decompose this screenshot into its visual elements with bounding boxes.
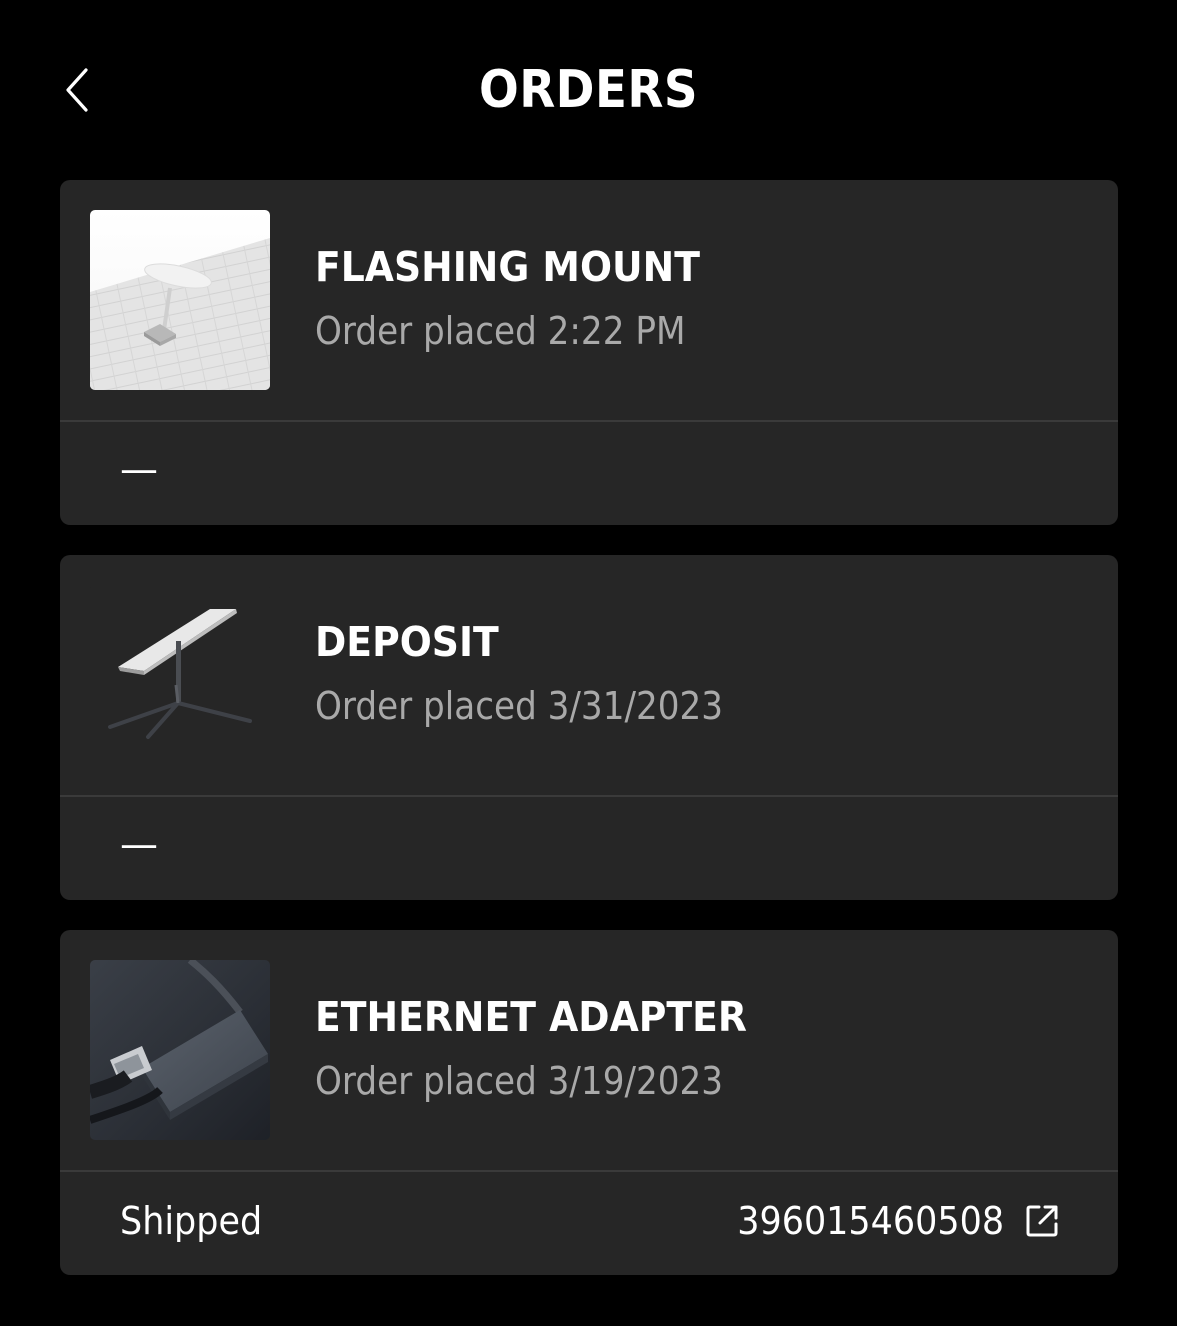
order-card[interactable]: DEPOSIT Order placed 3/31/2023 — bbox=[60, 555, 1118, 900]
order-status-row: Shipped 396015460508 bbox=[60, 1172, 1118, 1275]
order-title: DEPOSIT bbox=[315, 618, 499, 666]
order-card[interactable]: FLASHING MOUNT Order placed 2:22 PM — bbox=[60, 180, 1118, 525]
order-date: Order placed 3/31/2023 bbox=[315, 684, 724, 728]
page-title: ORDERS bbox=[478, 60, 699, 120]
header: ORDERS bbox=[0, 0, 1177, 180]
order-date: Order placed 2:22 PM bbox=[315, 309, 686, 353]
tracking-link[interactable]: 396015460508 bbox=[714, 1196, 1060, 1246]
order-summary: FLASHING MOUNT Order placed 2:22 PM bbox=[60, 180, 1118, 420]
tracking-number: 396015460508 bbox=[737, 1199, 1004, 1243]
order-date: Order placed 3/19/2023 bbox=[315, 1059, 724, 1103]
order-card[interactable]: ETHERNET ADAPTER Order placed 3/19/2023 … bbox=[60, 930, 1118, 1275]
order-status-row: — bbox=[60, 422, 1118, 525]
ethernet-adapter-image bbox=[90, 960, 270, 1140]
order-title: FLASHING MOUNT bbox=[315, 243, 700, 291]
order-title: ETHERNET ADAPTER bbox=[315, 993, 747, 1041]
flashing-mount-image bbox=[90, 210, 270, 390]
external-link-icon bbox=[1026, 1205, 1058, 1237]
order-summary: DEPOSIT Order placed 3/31/2023 bbox=[60, 555, 1118, 795]
order-status: — bbox=[120, 822, 158, 866]
order-status-row: — bbox=[60, 797, 1118, 900]
order-status: — bbox=[120, 447, 158, 491]
order-summary: ETHERNET ADAPTER Order placed 3/19/2023 bbox=[60, 930, 1118, 1170]
order-status: Shipped bbox=[120, 1199, 263, 1243]
starlink-dish-image bbox=[90, 585, 270, 765]
